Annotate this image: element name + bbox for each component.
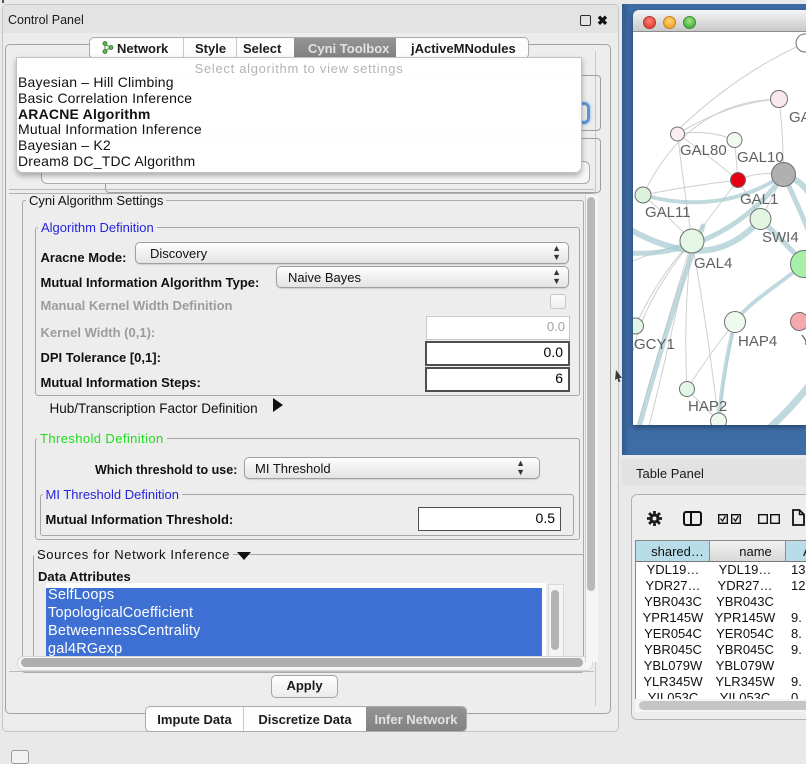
svg-text:GAL4: GAL4 (694, 255, 732, 272)
svg-text:HAP4: HAP4 (738, 333, 777, 350)
svg-text:GAL11: GAL11 (645, 204, 691, 221)
svg-text:SWI4: SWI4 (762, 229, 799, 246)
svg-text:GAL10: GAL10 (737, 149, 784, 166)
svg-text:GCY1: GCY1 (634, 336, 675, 353)
svg-text:Y: Y (801, 332, 806, 349)
svg-text:GAL1: GAL1 (740, 191, 778, 208)
svg-text:GAL80: GAL80 (680, 142, 727, 159)
svg-text:GAL: GAL (789, 109, 806, 126)
svg-text:HAP2: HAP2 (688, 398, 727, 415)
